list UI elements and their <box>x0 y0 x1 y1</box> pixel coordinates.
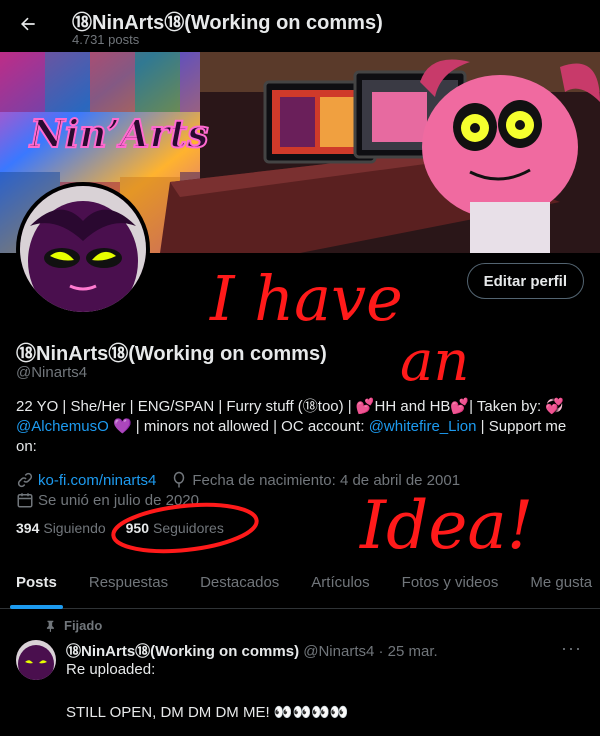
display-name: ⑱NinArts⑱(Working on comms) <box>16 343 327 365</box>
mention-link[interactable]: @AlchemusO <box>16 418 109 435</box>
post-header: ⑱NinArts⑱(Working on comms) @Ninarts4 · … <box>66 640 438 661</box>
tab-me-gusta[interactable]: Me gusta <box>514 556 600 609</box>
more-options-button[interactable]: ··· <box>561 638 582 659</box>
pinned-indicator: Fijado <box>44 618 102 633</box>
annotation-line-3: Idea! <box>359 487 533 564</box>
back-button[interactable] <box>12 8 44 40</box>
tab-respuestas[interactable]: Respuestas <box>73 556 184 609</box>
post-author-name[interactable]: ⑱NinArts⑱(Working on comms) <box>66 643 299 660</box>
tab-destacados[interactable]: Destacados <box>184 556 295 609</box>
banner-logo: Nin’Arts <box>29 111 208 156</box>
avatar-image <box>20 186 146 312</box>
posts-count: 4.731 posts <box>72 32 140 47</box>
balloon-icon <box>174 471 185 488</box>
post-avatar[interactable] <box>16 640 56 680</box>
birthday-text: Fecha de nacimiento: 4 de abril de 2001 <box>192 471 461 489</box>
tab-fotos-y-videos[interactable]: Fotos y videos <box>386 556 515 609</box>
heart-emoji: 💞 <box>545 398 564 415</box>
profile-tabs: Posts Respuestas Destacados Artículos Fo… <box>0 556 600 609</box>
pin-icon <box>46 620 54 632</box>
profile-bio: 22 YO | She/Her | ENG/SPAN | Furry stuff… <box>16 397 586 457</box>
heart-emoji: 💕 <box>355 398 375 415</box>
followers-label: Seguidores <box>153 520 224 536</box>
post-text-line: STILL OPEN, DM DM DM ME! 👀👀👀👀 <box>66 704 349 721</box>
post-text-line: Re uploaded: <box>66 661 156 678</box>
joined-text: Se unió en julio de 2020 <box>38 491 199 509</box>
header-title: ⑱NinArts⑱(Working on comms) <box>72 12 383 34</box>
pinned-label: Fijado <box>64 618 103 633</box>
website-link[interactable]: ko-fi.com/ninarts4 <box>38 472 156 489</box>
annotation-line-1: I have <box>209 262 403 335</box>
calendar-icon <box>17 493 33 508</box>
tab-posts[interactable]: Posts <box>0 556 73 609</box>
arrow-left-icon <box>21 17 35 31</box>
mention-link[interactable]: @whitefire_Lion <box>369 418 477 435</box>
followers-link[interactable]: 950 Seguidores <box>126 520 224 536</box>
follow-stats: 394 Siguiendo 950 Seguidores <box>16 520 224 536</box>
bio-text: HH and HB <box>374 398 451 415</box>
profile-joined-row: Se unió en julio de 2020 <box>16 491 199 509</box>
profile-header: ⑱NinArts⑱(Working on comms) 4.731 posts <box>0 0 600 52</box>
post-author-handle[interactable]: @Ninarts4 <box>303 643 374 660</box>
bio-text: 22 YO | She/Her | ENG/SPAN | Furry stuff… <box>16 398 356 415</box>
following-link[interactable]: 394 Siguiendo <box>16 520 106 536</box>
profile-meta-row: ko-fi.com/ninarts4 Fecha de nacimiento: … <box>16 471 460 489</box>
annotation-line-2: an <box>400 329 469 394</box>
profile-handle: @Ninarts4 <box>16 364 88 381</box>
post-date[interactable]: · 25 mar. <box>379 643 438 660</box>
followers-count: 950 <box>125 520 149 536</box>
link-icon <box>17 472 33 488</box>
purple-heart-emoji: 💜 <box>112 418 132 435</box>
following-count: 394 <box>16 520 40 536</box>
bio-text: | Taken by: <box>469 398 546 415</box>
profile-avatar[interactable] <box>16 182 150 316</box>
edit-profile-button[interactable]: Editar perfil <box>466 263 584 299</box>
heart-emoji: 💕 <box>450 398 470 415</box>
post-avatar-image <box>16 640 56 680</box>
tab-articulos[interactable]: Artículos <box>295 556 385 609</box>
following-label: Siguiendo <box>43 520 106 536</box>
bio-text: | minors not allowed | OC account: <box>131 418 369 435</box>
